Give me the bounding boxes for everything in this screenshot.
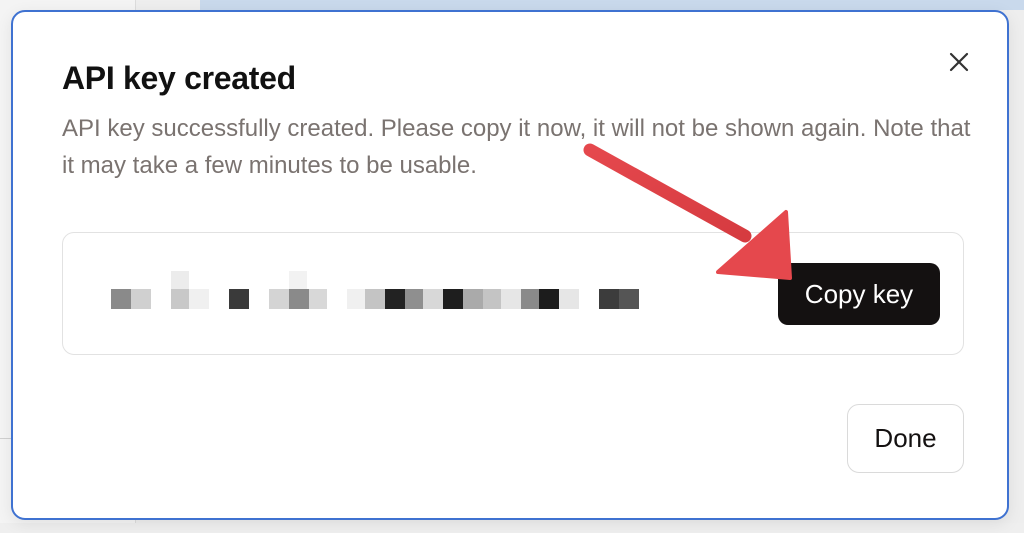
api-key-created-dialog: API key created API key successfully cre… xyxy=(11,10,1009,520)
dialog-title: API key created xyxy=(62,60,296,96)
background-header-strip xyxy=(200,0,1024,10)
redacted-api-key xyxy=(111,271,639,309)
close-button[interactable] xyxy=(945,48,973,76)
close-icon xyxy=(949,52,969,72)
dialog-description: API key successfully created. Please cop… xyxy=(62,115,971,179)
api-key-display: Copy key xyxy=(62,232,964,355)
copy-key-button[interactable]: Copy key xyxy=(778,263,940,325)
done-button[interactable]: Done xyxy=(847,404,964,473)
background-table-header xyxy=(0,523,1024,533)
